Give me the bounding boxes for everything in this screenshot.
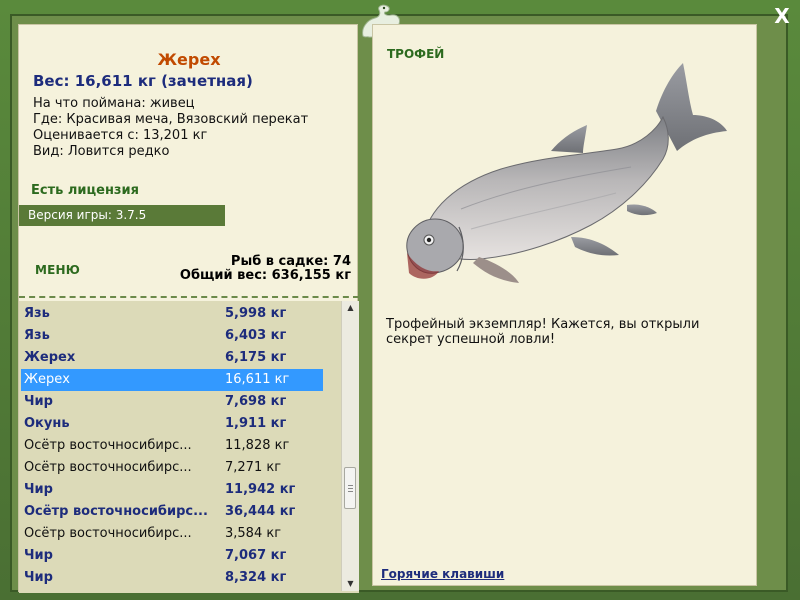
catch-list: Язь 5,998 кг Язь 6,403 кг Жерех 6,175 кг… (19, 301, 359, 593)
grip-line (348, 491, 353, 492)
catch-row[interactable]: Осётр восточносибирс... 11,828 кг (21, 435, 323, 457)
catch-weight: 7,698 кг (225, 394, 287, 409)
catch-row[interactable]: Осётр восточносибирс... 3,584 кг (21, 523, 323, 545)
catch-row[interactable]: Осётр восточносибирс... 7,271 кг (21, 457, 323, 479)
catch-row[interactable]: Язь 6,403 кг (21, 325, 323, 347)
catch-weight: 8,324 кг (225, 570, 287, 585)
fish-name: Жерех (157, 50, 221, 69)
catch-weight: 6,175 кг (225, 350, 287, 365)
catch-weight: 36,444 кг (225, 504, 296, 519)
catch-name: Чир (24, 482, 53, 497)
catch-weight: 3,584 кг (225, 526, 282, 541)
estimate-info: Оценивается с: 13,201 кг (33, 128, 208, 143)
dashed-divider (19, 296, 359, 298)
catch-count: Рыб в садке: 74 (230, 254, 351, 269)
list-scrollbar[interactable]: ▲ ▼ (341, 301, 359, 591)
catch-row[interactable]: Чир 8,324 кг (21, 567, 323, 589)
trophy-message: Трофейный экземпляр! Кажется, вы открыли… (386, 317, 700, 347)
menu-button[interactable]: МЕНЮ (35, 263, 80, 277)
scroll-up-icon[interactable]: ▲ (342, 301, 359, 315)
scroll-thumb[interactable] (344, 467, 356, 509)
catch-row[interactable]: Чир 7,698 кг (21, 391, 323, 413)
game-version: Версия игры: 3.7.5 (19, 205, 225, 226)
location-info: Где: Красивая меча, Вязовский перекат (33, 112, 309, 127)
catch-name: Жерех (24, 350, 76, 365)
catch-row[interactable]: Осётр восточносибирс... 36,444 кг (21, 501, 323, 523)
asp-fish-image (406, 63, 727, 283)
catch-name: Чир (24, 570, 53, 585)
total-weight: Общий вес: 636,155 кг (179, 268, 351, 283)
close-button[interactable]: X (768, 4, 796, 28)
catch-name: Чир (24, 394, 53, 409)
catch-row[interactable]: Чир 11,942 кг (21, 479, 323, 501)
catch-row-selected[interactable]: Жерех 16,611 кг (21, 369, 323, 391)
catch-row[interactable]: Чир 7,067 кг (21, 545, 323, 567)
trophy-panel: ТРОФЕЙ Трофейный экземпляр! Кажется, вы … (372, 24, 757, 586)
catch-weight: 11,942 кг (225, 482, 296, 497)
catch-row[interactable]: Окунь 1,911 кг (21, 413, 323, 435)
catch-row[interactable]: Жерех 6,175 кг (21, 347, 323, 369)
catch-name: Язь (24, 328, 50, 343)
catch-weight: 1,911 кг (225, 416, 287, 431)
catch-name: Жерех (24, 372, 70, 387)
catch-weight: 7,067 кг (225, 548, 287, 563)
bait-info: На что поймана: живец (33, 96, 195, 111)
catch-name: Чир (24, 548, 53, 563)
catch-weight: 6,403 кг (225, 328, 287, 343)
hotkeys-link[interactable]: Горячие клавиши (381, 567, 504, 581)
catch-name: Осётр восточносибирс... (24, 526, 192, 541)
rarity-info: Вид: Ловится редко (33, 144, 170, 159)
license-status: Есть лицензия (31, 183, 139, 198)
catch-name: Осётр восточносибирс... (24, 460, 192, 475)
fish-info-panel: Жерех Вес: 16,611 кг (зачетная) На что п… (18, 24, 359, 593)
catch-weight: 7,271 кг (225, 460, 282, 475)
catch-name: Осётр восточносибирс... (24, 504, 208, 519)
catch-name: Окунь (24, 416, 70, 431)
catch-name: Язь (24, 306, 50, 321)
catch-weight: 16,611 кг (225, 372, 290, 387)
grip-line (348, 485, 353, 486)
catch-row[interactable]: Язь 5,998 кг (21, 303, 323, 325)
grip-line (348, 488, 353, 489)
scroll-down-icon[interactable]: ▼ (342, 577, 359, 591)
catch-weight: 5,998 кг (225, 306, 287, 321)
catch-weight: 11,828 кг (225, 438, 290, 453)
fish-weight: Вес: 16,611 кг (зачетная) (33, 72, 253, 90)
catch-name: Осётр восточносибирс... (24, 438, 192, 453)
